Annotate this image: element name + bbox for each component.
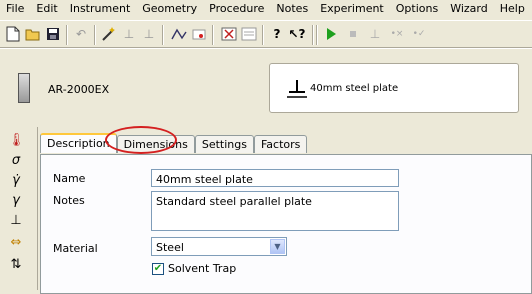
play-icon[interactable] bbox=[322, 25, 340, 43]
description-page: Name 40mm steel plate Notes Standard ste… bbox=[40, 154, 532, 294]
thermometer-icon[interactable]: 🌡 bbox=[8, 133, 25, 149]
geometry-box[interactable]: 40mm steel plate bbox=[269, 63, 519, 113]
save-icon[interactable] bbox=[44, 25, 62, 43]
clear-icon[interactable]: •× bbox=[388, 25, 406, 43]
parallel-plate-icon bbox=[287, 80, 307, 98]
chevron-down-icon[interactable]: ▼ bbox=[270, 239, 285, 254]
highlight-circle bbox=[105, 126, 177, 154]
menu-bar: File Edit Instrument Geometry Procedure … bbox=[0, 0, 532, 18]
menu-file[interactable]: File bbox=[0, 0, 30, 18]
menu-instrument[interactable]: Instrument bbox=[64, 0, 137, 18]
menu-procedure[interactable]: Procedure bbox=[203, 0, 270, 18]
strain-icon[interactable]: γ bbox=[8, 193, 24, 209]
toolbar-separator bbox=[262, 25, 264, 45]
menu-wizard[interactable]: Wizard bbox=[444, 0, 494, 18]
menu-geometry[interactable]: Geometry bbox=[136, 0, 203, 18]
menu-edit[interactable]: Edit bbox=[30, 0, 63, 18]
procedure-step-icon[interactable] bbox=[190, 25, 208, 43]
normal-force-icon[interactable]: ⇅ bbox=[8, 257, 24, 273]
tab-settings[interactable]: Settings bbox=[194, 135, 254, 153]
close-box-icon[interactable] bbox=[220, 25, 238, 43]
notes-field[interactable]: Standard steel parallel plate bbox=[151, 191, 399, 231]
new-file-icon[interactable] bbox=[4, 25, 22, 43]
toolbar-separator bbox=[162, 25, 164, 45]
tab-factors[interactable]: Factors bbox=[253, 135, 308, 153]
zero-gap-icon[interactable]: ⊥ bbox=[366, 25, 384, 43]
side-icon-strip: 🌡 σ γ̇ γ ⊥ ⇔ ⇅ bbox=[0, 127, 32, 290]
name-field[interactable]: 40mm steel plate bbox=[151, 169, 399, 187]
procedure-curve-icon[interactable] bbox=[170, 25, 188, 43]
menu-options[interactable]: Options bbox=[390, 0, 444, 18]
notes-icon[interactable] bbox=[240, 25, 258, 43]
accept-icon[interactable]: •✓ bbox=[410, 25, 428, 43]
instrument-icon bbox=[18, 73, 30, 103]
notes-label: Notes bbox=[53, 194, 85, 207]
instrument-wizard-icon[interactable] bbox=[100, 25, 118, 43]
gap-icon[interactable]: ⊥ bbox=[8, 213, 24, 229]
geometry-icon[interactable]: ⊥ bbox=[120, 25, 138, 43]
undo-icon[interactable]: ↶ bbox=[72, 25, 90, 43]
material-select[interactable]: Steel ▼ bbox=[151, 237, 287, 256]
stop-icon[interactable] bbox=[344, 25, 362, 43]
menu-notes[interactable]: Notes bbox=[270, 0, 314, 18]
toolbar-separator bbox=[94, 25, 96, 45]
shear-rate-icon[interactable]: γ̇ bbox=[8, 173, 24, 189]
instrument-panel: AR-2000EX 40mm steel plate bbox=[0, 48, 532, 127]
toolbar: ↶ ⊥ ⊥ ? ↖? ⊥ •× •✓ bbox=[0, 20, 532, 48]
menu-experiment[interactable]: Experiment bbox=[314, 0, 390, 18]
oscillation-icon[interactable]: ⇔ bbox=[8, 235, 24, 251]
toolbar-separator bbox=[212, 25, 214, 45]
toolbar-separator bbox=[312, 25, 314, 45]
instrument-name: AR-2000EX bbox=[48, 83, 110, 96]
tab-area: Description Dimensions Settings Factors … bbox=[37, 127, 532, 294]
menu-help[interactable]: Help bbox=[494, 0, 531, 18]
material-value: Steel bbox=[156, 241, 184, 254]
help-icon[interactable]: ? bbox=[268, 25, 286, 43]
solvent-trap-checkbox[interactable]: ✔ bbox=[152, 263, 164, 275]
geometry-name: 40mm steel plate bbox=[310, 83, 399, 94]
context-help-icon[interactable]: ↖? bbox=[288, 25, 306, 43]
open-folder-icon[interactable] bbox=[24, 25, 42, 43]
calibration-icon[interactable]: ⊥ bbox=[140, 25, 158, 43]
stress-icon[interactable]: σ bbox=[8, 153, 24, 169]
toolbar-separator bbox=[66, 25, 68, 45]
material-label: Material bbox=[53, 242, 98, 255]
solvent-trap-label: Solvent Trap bbox=[168, 262, 237, 275]
name-label: Name bbox=[53, 172, 86, 185]
toolbar-separator bbox=[316, 25, 318, 45]
